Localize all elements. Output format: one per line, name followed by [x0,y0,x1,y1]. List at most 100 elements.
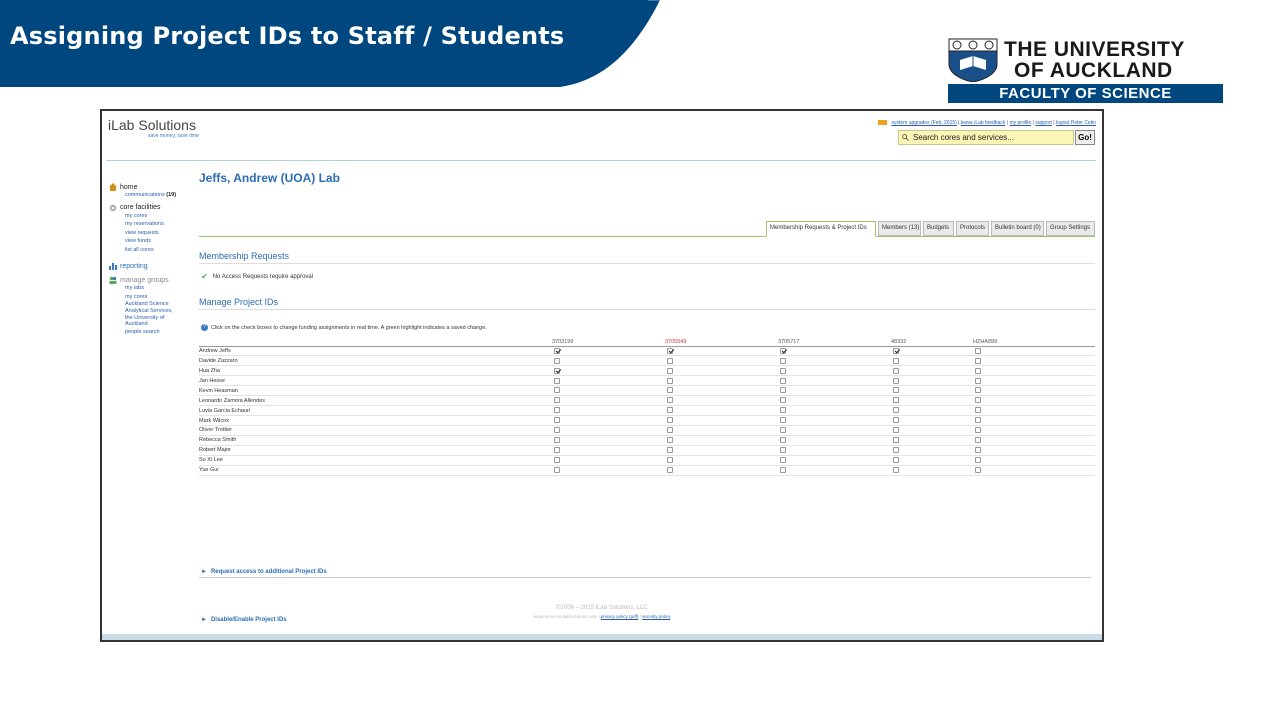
sidebar-item-my-labs[interactable]: my labs [109,284,199,293]
project-checkbox[interactable] [893,367,899,374]
project-checkbox[interactable] [975,397,981,404]
project-checkbox[interactable] [780,457,786,464]
project-checkbox[interactable] [893,437,899,444]
project-checkbox[interactable] [780,347,786,354]
project-checkbox[interactable] [780,417,786,424]
project-checkbox[interactable] [975,457,981,464]
project-checkbox[interactable] [975,466,981,473]
project-checkbox[interactable] [780,397,786,404]
project-checkbox[interactable] [893,357,899,364]
sidebar-item-manage-groups[interactable]: manage groups [109,276,199,284]
project-checkbox[interactable] [975,427,981,434]
project-checkbox[interactable] [667,367,673,374]
project-checkbox[interactable] [893,447,899,454]
project-checkbox[interactable] [667,357,673,364]
project-checkbox[interactable] [554,427,560,434]
project-checkbox[interactable] [893,347,899,354]
project-checkbox[interactable] [975,377,981,384]
sidebar-item-communications[interactable]: communications (19) [109,191,199,200]
project-checkbox[interactable] [975,447,981,454]
project-checkbox[interactable] [893,397,899,404]
project-checkbox[interactable] [667,387,673,394]
sidebar-item-view-requests[interactable]: view requests [109,229,199,238]
sidebar-item-view-funds[interactable]: view funds [109,237,199,246]
project-checkbox[interactable] [975,367,981,374]
project-checkbox[interactable] [975,437,981,444]
mail-icon[interactable] [878,120,888,126]
project-checkbox[interactable] [554,407,560,414]
sidebar-item-core-facilities[interactable]: core facilities [109,204,199,212]
link-logout[interactable]: logout Peter Cetin [1056,120,1096,126]
project-checkbox[interactable] [554,417,560,424]
project-checkbox[interactable] [780,357,786,364]
link-feedback[interactable]: leave iLab feedback [961,120,1005,126]
project-checkbox[interactable] [893,427,899,434]
sidebar-item-list-all-cores[interactable]: list all cores [109,246,199,255]
project-checkbox[interactable] [554,397,560,404]
project-checkbox[interactable] [554,367,560,374]
project-checkbox[interactable] [780,437,786,444]
tab-group-settings[interactable]: Group Settings [1046,221,1095,236]
project-checkbox[interactable] [893,457,899,464]
sidebar-item-my-cores[interactable]: my cores [109,212,199,221]
project-checkbox[interactable] [780,367,786,374]
project-checkbox[interactable] [780,447,786,454]
project-checkbox[interactable] [554,447,560,454]
project-checkbox[interactable] [554,377,560,384]
project-checkbox[interactable] [780,407,786,414]
tab-budgets[interactable]: Budgets [923,221,954,236]
project-checkbox[interactable] [975,347,981,354]
search-input[interactable]: Search cores and services... [898,130,1074,145]
sidebar-item-my-reservations[interactable]: my reservations [109,220,199,229]
project-checkbox[interactable] [780,466,786,473]
link-support[interactable]: support [1035,120,1052,126]
sidebar-item-group-my-cores[interactable]: my cores [109,293,199,302]
link-my-profile[interactable]: my profile [1009,120,1031,126]
project-checkbox[interactable] [975,417,981,424]
manage-note: Click on the check boxes to change fundi… [211,324,487,331]
project-checkbox[interactable] [893,377,899,384]
project-checkbox[interactable] [780,377,786,384]
security-policy-link[interactable]: security policy [642,614,670,619]
project-checkbox[interactable] [667,407,673,414]
project-checkbox[interactable] [667,457,673,464]
project-checkbox[interactable] [667,466,673,473]
link-system-upgrades[interactable]: system upgrades (Feb, 2015) [891,120,956,126]
project-checkbox[interactable] [780,387,786,394]
sidebar-item-people-search[interactable]: people search [109,328,199,337]
sidebar-item-reporting[interactable]: reporting [109,262,199,270]
project-checkbox[interactable] [975,407,981,414]
privacy-policy-link[interactable]: privacy policy (pdf) [601,614,639,619]
tab-protocols[interactable]: Protocols [956,221,989,236]
project-checkbox[interactable] [667,397,673,404]
sidebar-item-auckland-science[interactable]: Auckland Science Analytical Services, th… [109,301,199,328]
project-checkbox[interactable] [554,347,560,354]
project-checkbox[interactable] [667,447,673,454]
ilab-logo[interactable]: iLab Solutions [108,117,196,133]
project-checkbox[interactable] [975,387,981,394]
project-checkbox[interactable] [780,427,786,434]
go-button[interactable]: Go! [1075,130,1095,145]
tab-members[interactable]: Members (13) [878,221,921,236]
project-checkbox[interactable] [893,417,899,424]
project-checkbox[interactable] [667,347,673,354]
project-checkbox[interactable] [554,466,560,473]
project-checkbox[interactable] [667,377,673,384]
project-checkbox[interactable] [893,387,899,394]
tab-membership-requests[interactable]: Membership Requests & Project IDs [766,221,876,237]
project-checkbox[interactable] [975,357,981,364]
project-checkbox[interactable] [893,466,899,473]
project-checkbox[interactable] [667,437,673,444]
tab-bulletin-board[interactable]: Bulletin board (0) [991,221,1044,236]
project-cell [973,355,1095,367]
sidebar-item-home[interactable]: home [109,183,199,191]
project-checkbox[interactable] [554,457,560,464]
project-checkbox[interactable] [667,417,673,424]
project-checkbox[interactable] [554,387,560,394]
project-checkbox[interactable] [554,357,560,364]
project-checkbox[interactable] [554,437,560,444]
request-access-toggle[interactable]: ► Request access to additional Project ID… [201,569,327,575]
project-checkbox[interactable] [893,407,899,414]
project-checkbox[interactable] [667,427,673,434]
member-name: Jan Hesse [199,375,552,387]
